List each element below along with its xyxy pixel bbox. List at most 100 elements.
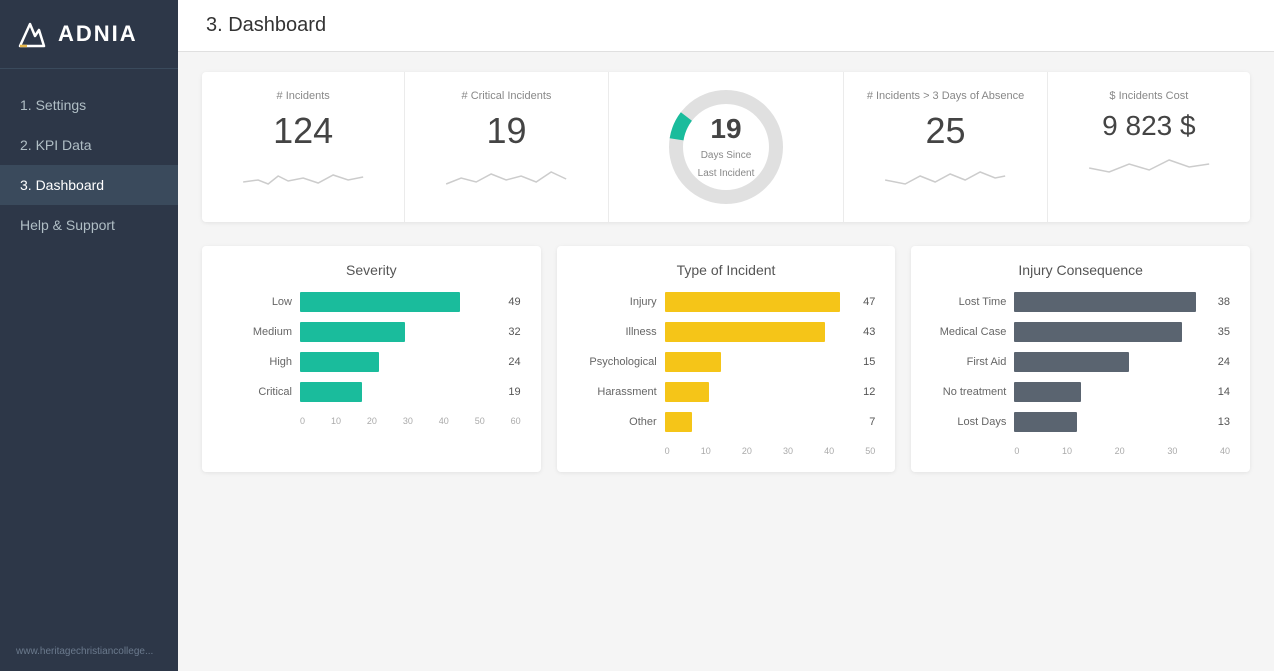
nav-items: 1. Settings 2. KPI Data 3. Dashboard Hel… (0, 69, 178, 632)
consequence-val-lostdays: 13 (1218, 416, 1230, 428)
type-bar-harassment: Harassment 12 (577, 382, 876, 402)
consequence-bar-notreatment: No treatment 14 (931, 382, 1230, 402)
logo-area: ADNIA (0, 0, 178, 69)
severity-val-low: 49 (508, 296, 520, 308)
kpi-critical: # Critical Incidents 19 (405, 72, 608, 222)
severity-chart: Severity Low 49 Medium 32 (202, 246, 541, 472)
donut-value: 19 (694, 113, 759, 145)
severity-label-critical: Critical (222, 386, 292, 398)
type-bars: Injury 47 Illness 43 Psy (577, 292, 876, 456)
consequence-label-lostdays: Lost Days (931, 416, 1006, 428)
severity-bars: Low 49 Medium 32 High (222, 292, 521, 426)
type-fill-injury (665, 292, 840, 312)
kpi-row: # Incidents 124 # Critical Incidents 19 (202, 72, 1250, 222)
type-chart: Type of Incident Injury 47 Illness (557, 246, 896, 472)
type-bar-injury: Injury 47 (577, 292, 876, 312)
consequence-val-firstaid: 24 (1218, 356, 1230, 368)
severity-bar-critical-fill (300, 382, 496, 402)
kpi-absence: # Incidents > 3 Days of Absence 25 (844, 72, 1047, 222)
kpi-critical-sparkline (425, 162, 587, 192)
severity-title: Severity (222, 262, 521, 278)
consequence-fill-notreatment (1014, 382, 1081, 402)
severity-bar-medium: Medium 32 (222, 322, 521, 342)
consequence-label-firstaid: First Aid (931, 356, 1006, 368)
consequence-val-medcase: 35 (1218, 326, 1230, 338)
severity-val-critical: 19 (508, 386, 520, 398)
type-bar-illness: Illness 43 (577, 322, 876, 342)
kpi-cost-value: 9 823 $ (1102, 110, 1195, 142)
severity-label-high: High (222, 356, 292, 368)
type-val-injury: 47 (863, 296, 875, 308)
type-label-illness: Illness (577, 326, 657, 338)
main-content: 3. Dashboard # Incidents 124 # Critical … (178, 0, 1274, 671)
kpi-incidents-label: # Incidents (277, 90, 330, 102)
kpi-donut: 19 Days Since Last Incident (609, 72, 845, 222)
severity-fill-low (300, 292, 460, 312)
type-val-illness: 43 (863, 326, 875, 338)
sidebar-footer: www.heritagechristiancollege... (0, 632, 178, 671)
donut-chart: 19 Days Since Last Incident (661, 82, 791, 212)
nav-dashboard[interactable]: 3. Dashboard (0, 165, 178, 205)
kpi-absence-sparkline (864, 162, 1026, 192)
consequence-bar-medcase: Medical Case 35 (931, 322, 1230, 342)
type-val-psych: 15 (863, 356, 875, 368)
severity-fill-critical (300, 382, 362, 402)
consequence-chart: Injury Consequence Lost Time 38 Medical … (911, 246, 1250, 472)
dashboard-content: # Incidents 124 # Critical Incidents 19 (178, 52, 1274, 671)
charts-row: Severity Low 49 Medium 32 (202, 246, 1250, 472)
severity-bar-low-fill (300, 292, 496, 312)
logo-icon (16, 18, 48, 50)
type-axis: 0 10 20 30 40 50 (577, 446, 876, 456)
severity-fill-medium (300, 322, 405, 342)
kpi-incidents-value: 124 (273, 110, 333, 152)
consequence-val-notreatment: 14 (1218, 386, 1230, 398)
type-fill-harassment (665, 382, 710, 402)
page-title: 3. Dashboard (206, 14, 326, 36)
severity-bar-high: High 24 (222, 352, 521, 372)
type-bar-psych: Psychological 15 (577, 352, 876, 372)
severity-axis: 0 10 20 30 40 50 60 (222, 416, 521, 426)
severity-fill-high (300, 352, 379, 372)
consequence-label-medcase: Medical Case (931, 326, 1006, 338)
type-label-psych: Psychological (577, 356, 657, 368)
kpi-critical-label: # Critical Incidents (462, 90, 552, 102)
kpi-critical-value: 19 (486, 110, 526, 152)
severity-bar-low: Low 49 (222, 292, 521, 312)
consequence-bar-firstaid: First Aid 24 (931, 352, 1230, 372)
kpi-cost-label: $ Incidents Cost (1109, 90, 1188, 102)
consequence-bars: Lost Time 38 Medical Case 35 (931, 292, 1230, 456)
kpi-incidents-sparkline (222, 162, 384, 192)
consequence-bar-losttime: Lost Time 38 (931, 292, 1230, 312)
nav-kpi[interactable]: 2. KPI Data (0, 125, 178, 165)
nav-settings[interactable]: 1. Settings (0, 85, 178, 125)
type-fill-psych (665, 352, 721, 372)
severity-bar-high-fill (300, 352, 496, 372)
type-val-harassment: 12 (863, 386, 875, 398)
consequence-axis: 0 10 20 30 40 (931, 446, 1230, 456)
type-bar-other: Other 7 (577, 412, 876, 432)
severity-bar-critical: Critical 19 (222, 382, 521, 402)
kpi-absence-label: # Incidents > 3 Days of Absence (867, 90, 1024, 102)
type-label-other: Other (577, 416, 657, 428)
logo-text: ADNIA (58, 21, 138, 47)
kpi-cost-sparkline (1068, 152, 1230, 182)
type-fill-illness (665, 322, 825, 342)
severity-label-low: Low (222, 296, 292, 308)
kpi-incidents: # Incidents 124 (202, 72, 405, 222)
nav-help[interactable]: Help & Support (0, 205, 178, 245)
severity-val-high: 24 (508, 356, 520, 368)
kpi-cost: $ Incidents Cost 9 823 $ (1048, 72, 1250, 222)
severity-label-medium: Medium (222, 326, 292, 338)
donut-center: 19 Days Since Last Incident (694, 113, 759, 181)
type-label-harassment: Harassment (577, 386, 657, 398)
consequence-bar-lostdays: Lost Days 13 (931, 412, 1230, 432)
consequence-fill-medcase (1014, 322, 1181, 342)
consequence-label-notreatment: No treatment (931, 386, 1006, 398)
severity-val-medium: 32 (508, 326, 520, 338)
consequence-title: Injury Consequence (931, 262, 1230, 278)
consequence-val-losttime: 38 (1218, 296, 1230, 308)
consequence-fill-lostdays (1014, 412, 1076, 432)
consequence-fill-firstaid (1014, 352, 1129, 372)
type-label-injury: Injury (577, 296, 657, 308)
donut-label: Days Since Last Incident (698, 150, 755, 179)
